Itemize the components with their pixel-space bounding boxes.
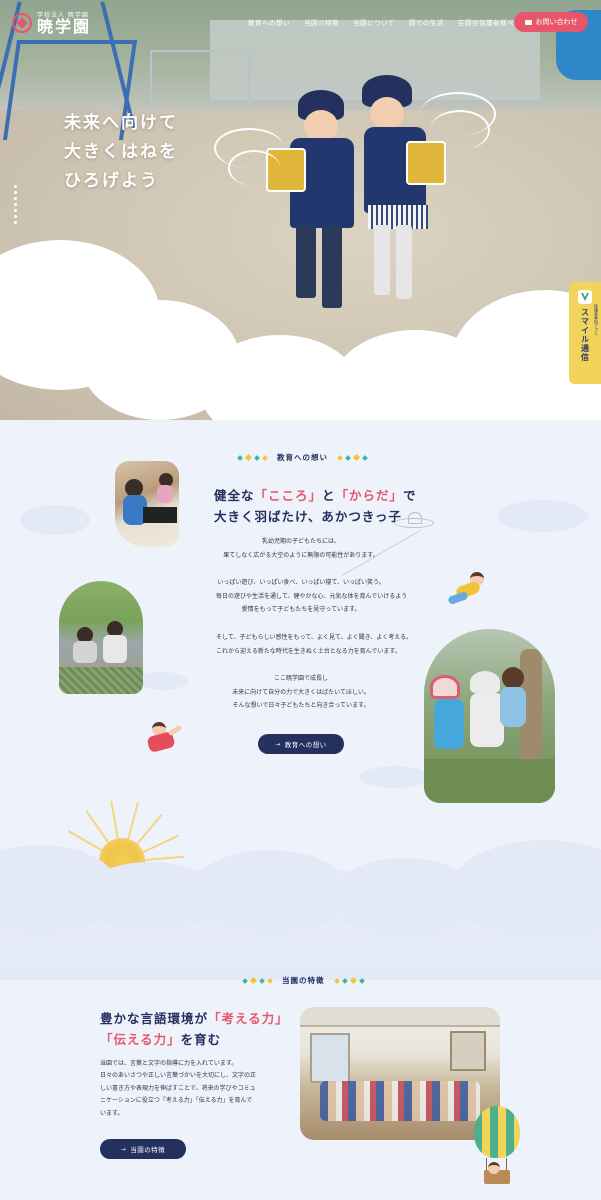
- site-header: 学校法人 暁学園 暁学園 教育への想い 当園の特徴 当園について 園での生活 在…: [0, 0, 601, 46]
- smile-app-tab-sub: 保護者専用アプリ: [594, 304, 599, 336]
- logo-name: 暁学園: [37, 17, 92, 36]
- photo-classroom: [300, 1007, 500, 1140]
- page: 未来へ向けて 大きくはねを ひろげよう 学校法人 暁学園 暁学園 教育への想い …: [0, 0, 601, 1200]
- features-heading: 豊かな言語環境が「考える力」 「伝える力」を育む: [100, 1011, 289, 1047]
- bg-cloud: [20, 505, 90, 535]
- philosophy-section-head: 教育への想い: [237, 452, 368, 463]
- philosophy-body: 乳幼児期の子どもたちには、 果てしなく広がる大空のように無限の可能性があります。…: [216, 538, 413, 710]
- photo-children-garden: [424, 629, 555, 803]
- child-left: [266, 90, 368, 320]
- hero-copy: 未来へ向けて 大きくはねを ひろげよう: [64, 109, 178, 196]
- photo-children-playground: [59, 581, 143, 694]
- bg-cloud: [498, 500, 588, 532]
- nav-link-philosophy[interactable]: 教育への想い: [248, 17, 290, 27]
- arrow-right-icon: →: [120, 1145, 127, 1153]
- arrow-right-icon: →: [275, 740, 281, 748]
- flying-girl-illustration: [142, 720, 186, 760]
- smile-app-tab-label: スマイル通信: [580, 308, 590, 362]
- philosophy-section-label: 教育への想い: [277, 453, 328, 462]
- fence: [150, 50, 250, 110]
- wing-drawing-right: [430, 110, 490, 150]
- global-nav: 教育への想い 当園の特徴 当園について 園での生活 在園児保護者様ページ: [248, 17, 536, 27]
- features-body: 当園では、言葉と文字の指導に力を入れています。 日々のあいさつや正しい言葉づかい…: [100, 1060, 257, 1117]
- contact-button-label: お問い合わせ: [535, 18, 578, 26]
- site-logo[interactable]: 学校法人 暁学園 暁学園: [12, 10, 91, 35]
- bird-illustration: [394, 512, 436, 532]
- nav-link-about[interactable]: 当園について: [353, 17, 395, 27]
- bg-cloud: [360, 766, 430, 788]
- bg-cloud: [138, 672, 188, 690]
- scroll-indicator[interactable]: [14, 185, 17, 224]
- features-more-button-label: 当園の特徴: [130, 1146, 166, 1154]
- mail-icon: [524, 19, 532, 25]
- nav-link-daily-life[interactable]: 園での生活: [409, 17, 444, 27]
- features-section-label: 当園の特徴: [282, 976, 325, 985]
- hot-air-balloon-illustration: [472, 1106, 524, 1184]
- diamond-deco-icon: [333, 976, 365, 985]
- diamond-deco-icon: [242, 976, 273, 985]
- hero-copy-line: 大きくはねを: [64, 142, 178, 162]
- wing-drawing-left: [228, 150, 280, 186]
- flying-boy-illustration: [447, 572, 492, 608]
- backpack: [406, 141, 446, 185]
- band-cloud: [190, 850, 350, 935]
- hero-copy-line: 未来へ向けて: [64, 113, 178, 133]
- philosophy-more-button[interactable]: → 教育への想い: [258, 734, 344, 754]
- contact-button[interactable]: お問い合わせ: [514, 12, 588, 32]
- hero-copy-line: ひろげよう: [64, 171, 159, 191]
- philosophy-more-button-label: 教育への想い: [284, 741, 327, 749]
- logo-mark-icon: [12, 12, 32, 33]
- philosophy-heading: 健全な「こころ」と「からだ」で 大きく羽ばたけ、あかつきっ子: [214, 488, 417, 524]
- diamond-deco-icon: [337, 453, 368, 462]
- nav-link-features[interactable]: 当園の特徴: [304, 17, 339, 27]
- hero-section: 未来へ向けて 大きくはねを ひろげよう: [0, 0, 601, 420]
- app-badge-icon: [578, 290, 592, 304]
- features-more-button[interactable]: → 当園の特徴: [100, 1139, 186, 1159]
- features-section-head: 当園の特徴: [242, 975, 365, 986]
- smile-app-tab[interactable]: スマイル通信 保護者専用アプリ: [569, 282, 601, 384]
- diamond-deco-icon: [237, 453, 268, 462]
- photo-children-piano: [115, 461, 179, 547]
